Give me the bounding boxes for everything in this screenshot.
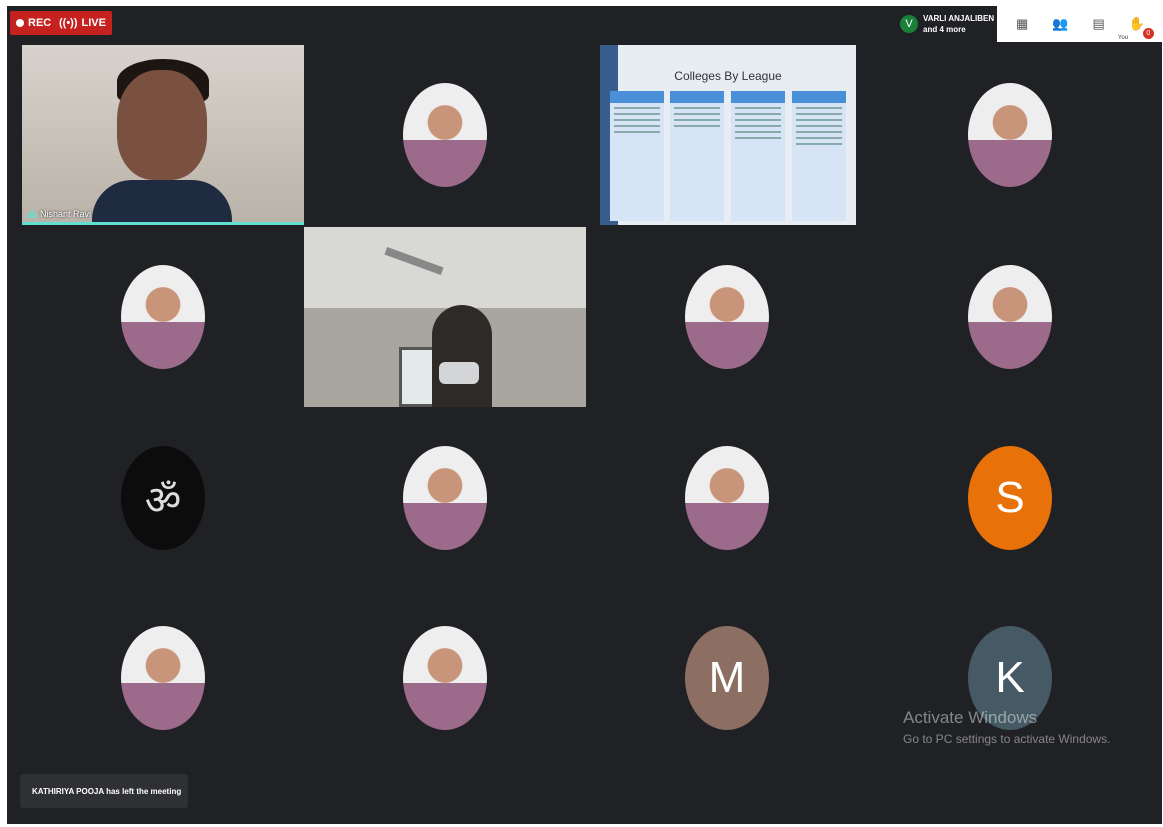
slide-column [670, 91, 724, 221]
join-notification[interactable]: V VARLI ANJALIBEN and 4 more [900, 9, 997, 39]
participant-tile[interactable] [304, 588, 586, 768]
participant-tile[interactable] [869, 227, 1151, 407]
chat-icon[interactable]: ▤ [1088, 13, 1110, 35]
video-body [92, 180, 232, 225]
participant-tile[interactable]: S [869, 408, 1151, 588]
ceiling-fan [384, 246, 444, 276]
notification-avatar: V [900, 15, 918, 33]
recording-badge: REC [10, 11, 58, 35]
video-face [117, 70, 207, 180]
windows-activation-watermark: Activate Windows Go to PC settings to ac… [903, 708, 1110, 746]
top-bar: REC ((•)) LIVE V VARLI ANJALIBEN and 4 m… [7, 6, 1162, 42]
participant-tile[interactable] [869, 45, 1151, 225]
slide-column [731, 91, 785, 221]
participant-name: Nishant Ravi [40, 209, 92, 219]
screen-share-tile[interactable]: Colleges By League [600, 45, 856, 225]
participant-tile[interactable] [22, 588, 304, 768]
qr-code-icon[interactable]: ▦ [1011, 13, 1033, 35]
notification-line2: and 4 more [923, 25, 966, 34]
participant-avatar [685, 265, 769, 369]
notification-line1: VARLI ANJALIBEN [923, 14, 995, 23]
meeting-window: REC ((•)) LIVE V VARLI ANJALIBEN and 4 m… [7, 6, 1162, 824]
participant-video-tile[interactable] [304, 227, 586, 407]
watermark-subtitle: Go to PC settings to activate Windows. [903, 732, 1111, 746]
participant-avatar [968, 265, 1052, 369]
active-speaker-bar [22, 222, 304, 225]
broadcast-icon: ((•)) [59, 17, 78, 29]
participant-tile[interactable] [586, 227, 868, 407]
live-badge: ((•)) LIVE [53, 11, 112, 35]
participant-tile[interactable] [304, 45, 586, 225]
om-symbol-avatar: ॐ [121, 446, 205, 550]
participant-avatar [403, 83, 487, 187]
speaking-icon [28, 210, 36, 218]
participant-name-chip: Nishant Ravi [28, 209, 91, 219]
participant-tile[interactable] [22, 227, 304, 407]
letter-avatar-m: M [685, 626, 769, 730]
you-label: You [1117, 35, 1128, 41]
rec-label: REC [28, 17, 52, 29]
toolbar: ▦ 👥 ▤ ✋ You 0 [997, 6, 1162, 42]
live-label: LIVE [81, 17, 106, 29]
participant-avatar [968, 83, 1052, 187]
letter-avatar-s: S [968, 446, 1052, 550]
video-person [432, 305, 492, 407]
participant-avatar [403, 446, 487, 550]
participant-tile[interactable]: M [586, 588, 868, 768]
raise-hand-icon[interactable]: ✋ You 0 [1118, 13, 1154, 41]
face-mask [439, 362, 479, 384]
participant-avatar [121, 626, 205, 730]
slide-column [792, 91, 846, 221]
participant-tile[interactable] [304, 408, 586, 588]
participant-video-tile[interactable]: Nishant Ravi [22, 45, 304, 225]
slide-column [610, 91, 664, 221]
slide-title: Colleges By League [674, 69, 782, 83]
leave-notification-toast: KATHIRIYA POOJA has left the meeting [20, 774, 188, 808]
reaction-count: 0 [1142, 28, 1154, 39]
participant-avatar [685, 446, 769, 550]
participant-avatar [121, 265, 205, 369]
watermark-title: Activate Windows [903, 708, 1038, 727]
participant-tile[interactable] [586, 408, 868, 588]
participant-tile[interactable]: ॐ [22, 408, 304, 588]
participants-icon[interactable]: 👥 [1049, 13, 1071, 35]
record-dot-icon [16, 19, 24, 27]
participant-avatar [403, 626, 487, 730]
